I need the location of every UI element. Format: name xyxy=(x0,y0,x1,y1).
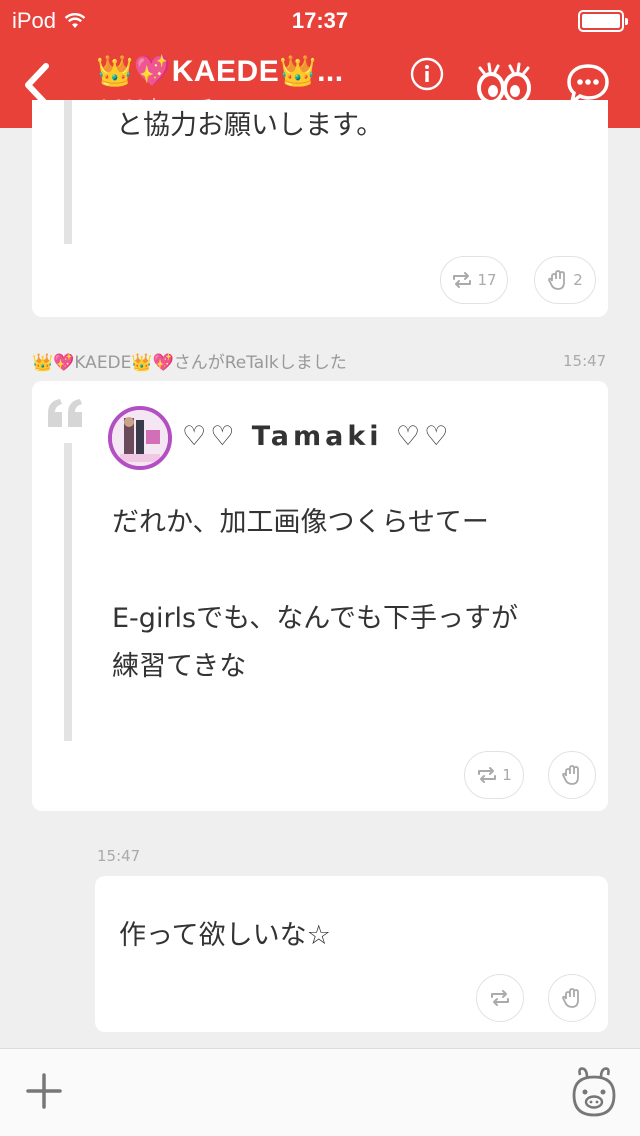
post-text: 作って欲しいな☆ xyxy=(119,920,331,951)
post-time: 15:47 xyxy=(563,352,607,370)
retalk-count: 17 xyxy=(477,271,497,289)
post-text: と協力お願いします。 xyxy=(116,110,384,141)
retalk-button[interactable]: 1 xyxy=(464,751,524,799)
status-time: 17:37 xyxy=(291,8,349,33)
hand-icon xyxy=(548,270,566,290)
post-card: ♡♡ Tamaki ♡♡ だれか、加工画像つくらせてー E-girlsでも、なん… xyxy=(32,381,608,811)
post-text: だれか、加工画像つくらせてー E-girlsでも、なんでも下手っすが 練習てきな xyxy=(112,507,518,682)
hand-icon xyxy=(562,765,579,785)
quote-mark-icon xyxy=(48,399,82,427)
hand-icon xyxy=(562,988,579,1008)
retalk-button[interactable]: 17 xyxy=(440,256,508,304)
post-card: 作って欲しいな☆ xyxy=(95,876,608,1032)
info-icon[interactable] xyxy=(410,57,444,91)
avatar-image xyxy=(112,410,168,466)
battery-icon xyxy=(578,10,628,32)
like-button[interactable] xyxy=(548,974,596,1022)
post-time: 15:47 xyxy=(97,847,141,865)
quote-bar xyxy=(64,100,72,244)
compose-bar xyxy=(0,1048,640,1136)
retalk-notice: 👑💖KAEDE👑💖さんがReTalkしました xyxy=(32,353,347,373)
avatar[interactable] xyxy=(108,406,172,470)
quote-bar xyxy=(64,443,72,741)
page-title[interactable]: 👑💖KAEDE👑... xyxy=(96,54,344,89)
mascot-icon[interactable] xyxy=(568,1065,620,1119)
retalk-count: 1 xyxy=(502,766,512,784)
like-button[interactable] xyxy=(548,751,596,799)
post-card: と協力お願いします。 17 2 xyxy=(32,100,608,317)
retalk-icon xyxy=(453,272,472,288)
retalk-icon xyxy=(491,990,509,1006)
retalk-icon xyxy=(478,767,497,783)
add-icon[interactable] xyxy=(26,1073,62,1109)
retalk-button[interactable] xyxy=(476,974,524,1022)
author-name[interactable]: ♡♡ Tamaki ♡♡ xyxy=(182,421,452,452)
status-bar: iPod 17:37 xyxy=(0,0,640,40)
like-count: 2 xyxy=(573,271,583,289)
like-button[interactable]: 2 xyxy=(534,256,596,304)
